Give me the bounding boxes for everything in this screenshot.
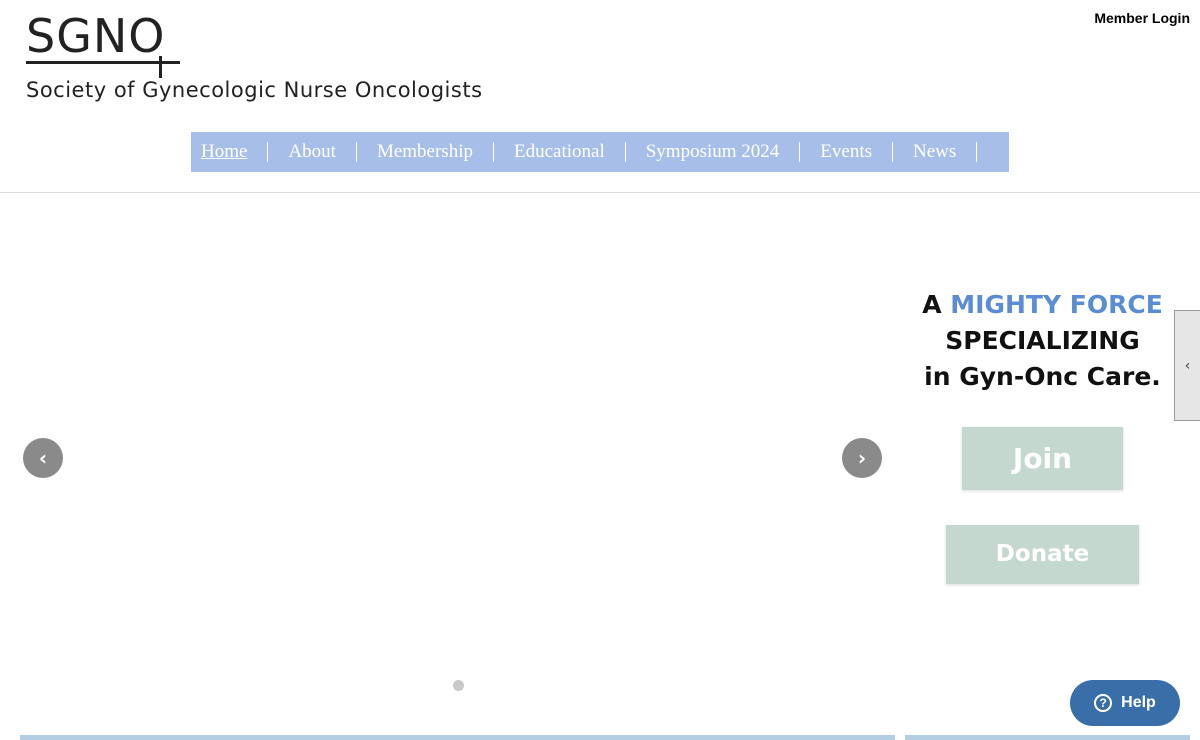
hero-line-1: A MIGHTY FORCE <box>905 287 1180 323</box>
logo-mark: SGNO <box>26 9 186 78</box>
question-icon: ? <box>1094 694 1113 712</box>
chevron-left-icon: ‹ <box>1184 357 1191 374</box>
nav-item-home[interactable]: Home <box>191 142 269 162</box>
hero-line-1-b: MIGHTY FORCE <box>950 290 1163 319</box>
nav-item-educational[interactable]: Educational <box>494 142 626 162</box>
logo-tagline: Society of Gynecologic Nurse Oncologists <box>26 78 483 102</box>
hero-line-1-a: A <box>922 290 942 319</box>
help-label: Help <box>1121 694 1156 711</box>
nav-item-about[interactable]: About <box>268 142 357 162</box>
member-login-link[interactable]: Member Login <box>1094 10 1190 26</box>
hero-tagline: A MIGHTY FORCE SPECIALIZING in Gyn-Onc C… <box>905 287 1180 395</box>
image-slider: ‹ › <box>20 240 895 700</box>
donate-button[interactable]: Donate <box>946 525 1139 584</box>
chevron-left-icon: ‹ <box>38 446 48 470</box>
site-logo[interactable]: SGNO <box>26 9 186 78</box>
hero-line-3: in Gyn-Onc Care. <box>924 362 1161 391</box>
main-nav: Home About Membership Educational Sympos… <box>191 132 1009 172</box>
chevron-right-icon: › <box>857 446 867 470</box>
venus-symbol-icon <box>159 56 162 78</box>
site-header: SGNO Society of Gynecologic Nurse Oncolo… <box>0 0 1200 193</box>
content-divider-left <box>20 735 895 740</box>
join-button[interactable]: Join <box>962 427 1123 490</box>
slider-prev-button[interactable]: ‹ <box>23 438 63 478</box>
help-button[interactable]: ? Help <box>1070 680 1180 726</box>
logo-text: SGNO <box>26 9 166 63</box>
nav-item-events[interactable]: Events <box>800 142 894 162</box>
content-divider-right <box>905 735 1190 740</box>
nav-item-membership[interactable]: Membership <box>357 142 494 162</box>
side-panel-toggle[interactable]: ‹ <box>1174 310 1200 421</box>
slider-dot[interactable] <box>453 680 464 691</box>
nav-item-symposium[interactable]: Symposium 2024 <box>626 142 801 162</box>
hero-line-2: SPECIALIZING <box>945 326 1140 355</box>
slider-next-button[interactable]: › <box>842 438 882 478</box>
logo-underline <box>26 61 180 64</box>
nav-item-news[interactable]: News <box>893 142 978 162</box>
